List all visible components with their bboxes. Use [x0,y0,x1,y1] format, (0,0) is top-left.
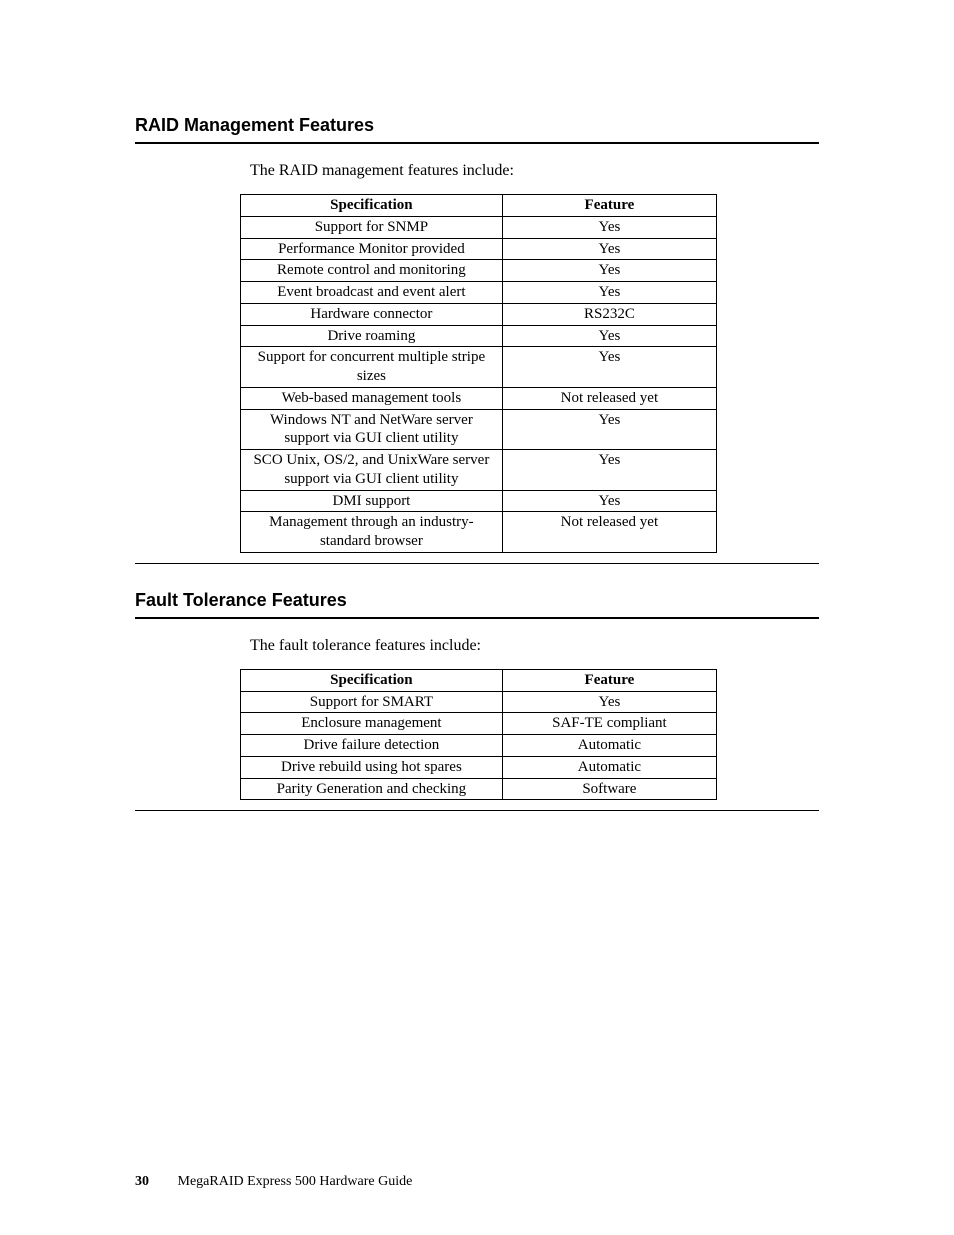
cell-feat: Yes [502,325,716,347]
cell-spec: Remote control and monitoring [241,260,503,282]
fault-table: Specification Feature Support for SMART … [240,669,717,801]
cell-spec: Performance Monitor provided [241,238,503,260]
table-row: Hardware connector RS232C [241,303,717,325]
intro-text-fault: The fault tolerance features include: [250,637,819,655]
cell-spec: Support for concurrent multiple stripe s… [241,347,503,388]
section-fault: Fault Tolerance Features The fault toler… [135,590,819,812]
cell-feat: RS232C [502,303,716,325]
page-content: RAID Management Features The RAID manage… [0,0,954,811]
cell-spec: Hardware connector [241,303,503,325]
cell-feat: Yes [502,238,716,260]
table-row: Support for SNMP Yes [241,216,717,238]
cell-feat: Yes [502,347,716,388]
heading-rule [135,617,819,619]
table-row: Parity Generation and checking Software [241,778,717,800]
heading-rule [135,142,819,144]
cell-feat: Not released yet [502,512,716,553]
cell-spec: DMI support [241,490,503,512]
table-row: Event broadcast and event alert Yes [241,282,717,304]
cell-feat: Yes [502,216,716,238]
table-header-feat: Feature [502,669,716,691]
cell-spec: Drive rebuild using hot spares [241,756,503,778]
cell-spec: Event broadcast and event alert [241,282,503,304]
cell-feat: Automatic [502,756,716,778]
table-row: SCO Unix, OS/2, and UnixWare server supp… [241,450,717,491]
cell-feat: Yes [502,450,716,491]
cell-spec: Windows NT and NetWare server support vi… [241,409,503,450]
section-heading-fault: Fault Tolerance Features [135,590,819,611]
table-row: Drive failure detection Automatic [241,735,717,757]
cell-spec: Parity Generation and checking [241,778,503,800]
table-header-spec: Specification [241,195,503,217]
cell-feat: Yes [502,260,716,282]
cell-feat: Yes [502,691,716,713]
table-row: DMI support Yes [241,490,717,512]
cell-feat: Yes [502,282,716,304]
table-header-row: Specification Feature [241,669,717,691]
table-row: Web-based management tools Not released … [241,387,717,409]
raid-table: Specification Feature Support for SNMP Y… [240,194,717,553]
cell-spec: Drive failure detection [241,735,503,757]
cell-feat: SAF-TE compliant [502,713,716,735]
page-number: 30 [135,1174,149,1189]
section-bottom-rule [135,563,819,564]
table-header-spec: Specification [241,669,503,691]
cell-spec: Support for SNMP [241,216,503,238]
table-row: Enclosure management SAF-TE compliant [241,713,717,735]
table-row: Management through an industry-standard … [241,512,717,553]
table-row: Support for concurrent multiple stripe s… [241,347,717,388]
cell-spec: SCO Unix, OS/2, and UnixWare server supp… [241,450,503,491]
section-heading-raid: RAID Management Features [135,115,819,136]
table-row: Performance Monitor provided Yes [241,238,717,260]
table-row: Drive roaming Yes [241,325,717,347]
cell-feat: Yes [502,409,716,450]
page-footer: 30 MegaRAID Express 500 Hardware Guide [135,1174,412,1190]
cell-spec: Drive roaming [241,325,503,347]
section-raid: RAID Management Features The RAID manage… [135,115,819,564]
doc-title: MegaRAID Express 500 Hardware Guide [178,1174,413,1189]
table-row: Support for SMART Yes [241,691,717,713]
cell-feat: Software [502,778,716,800]
intro-text-raid: The RAID management features include: [250,162,819,180]
cell-feat: Automatic [502,735,716,757]
table-row: Drive rebuild using hot spares Automatic [241,756,717,778]
cell-spec: Support for SMART [241,691,503,713]
table-header-row: Specification Feature [241,195,717,217]
section-bottom-rule [135,810,819,811]
cell-spec: Management through an industry-standard … [241,512,503,553]
table-row: Remote control and monitoring Yes [241,260,717,282]
cell-spec: Enclosure management [241,713,503,735]
table-header-feat: Feature [502,195,716,217]
cell-feat: Not released yet [502,387,716,409]
cell-spec: Web-based management tools [241,387,503,409]
cell-feat: Yes [502,490,716,512]
table-row: Windows NT and NetWare server support vi… [241,409,717,450]
